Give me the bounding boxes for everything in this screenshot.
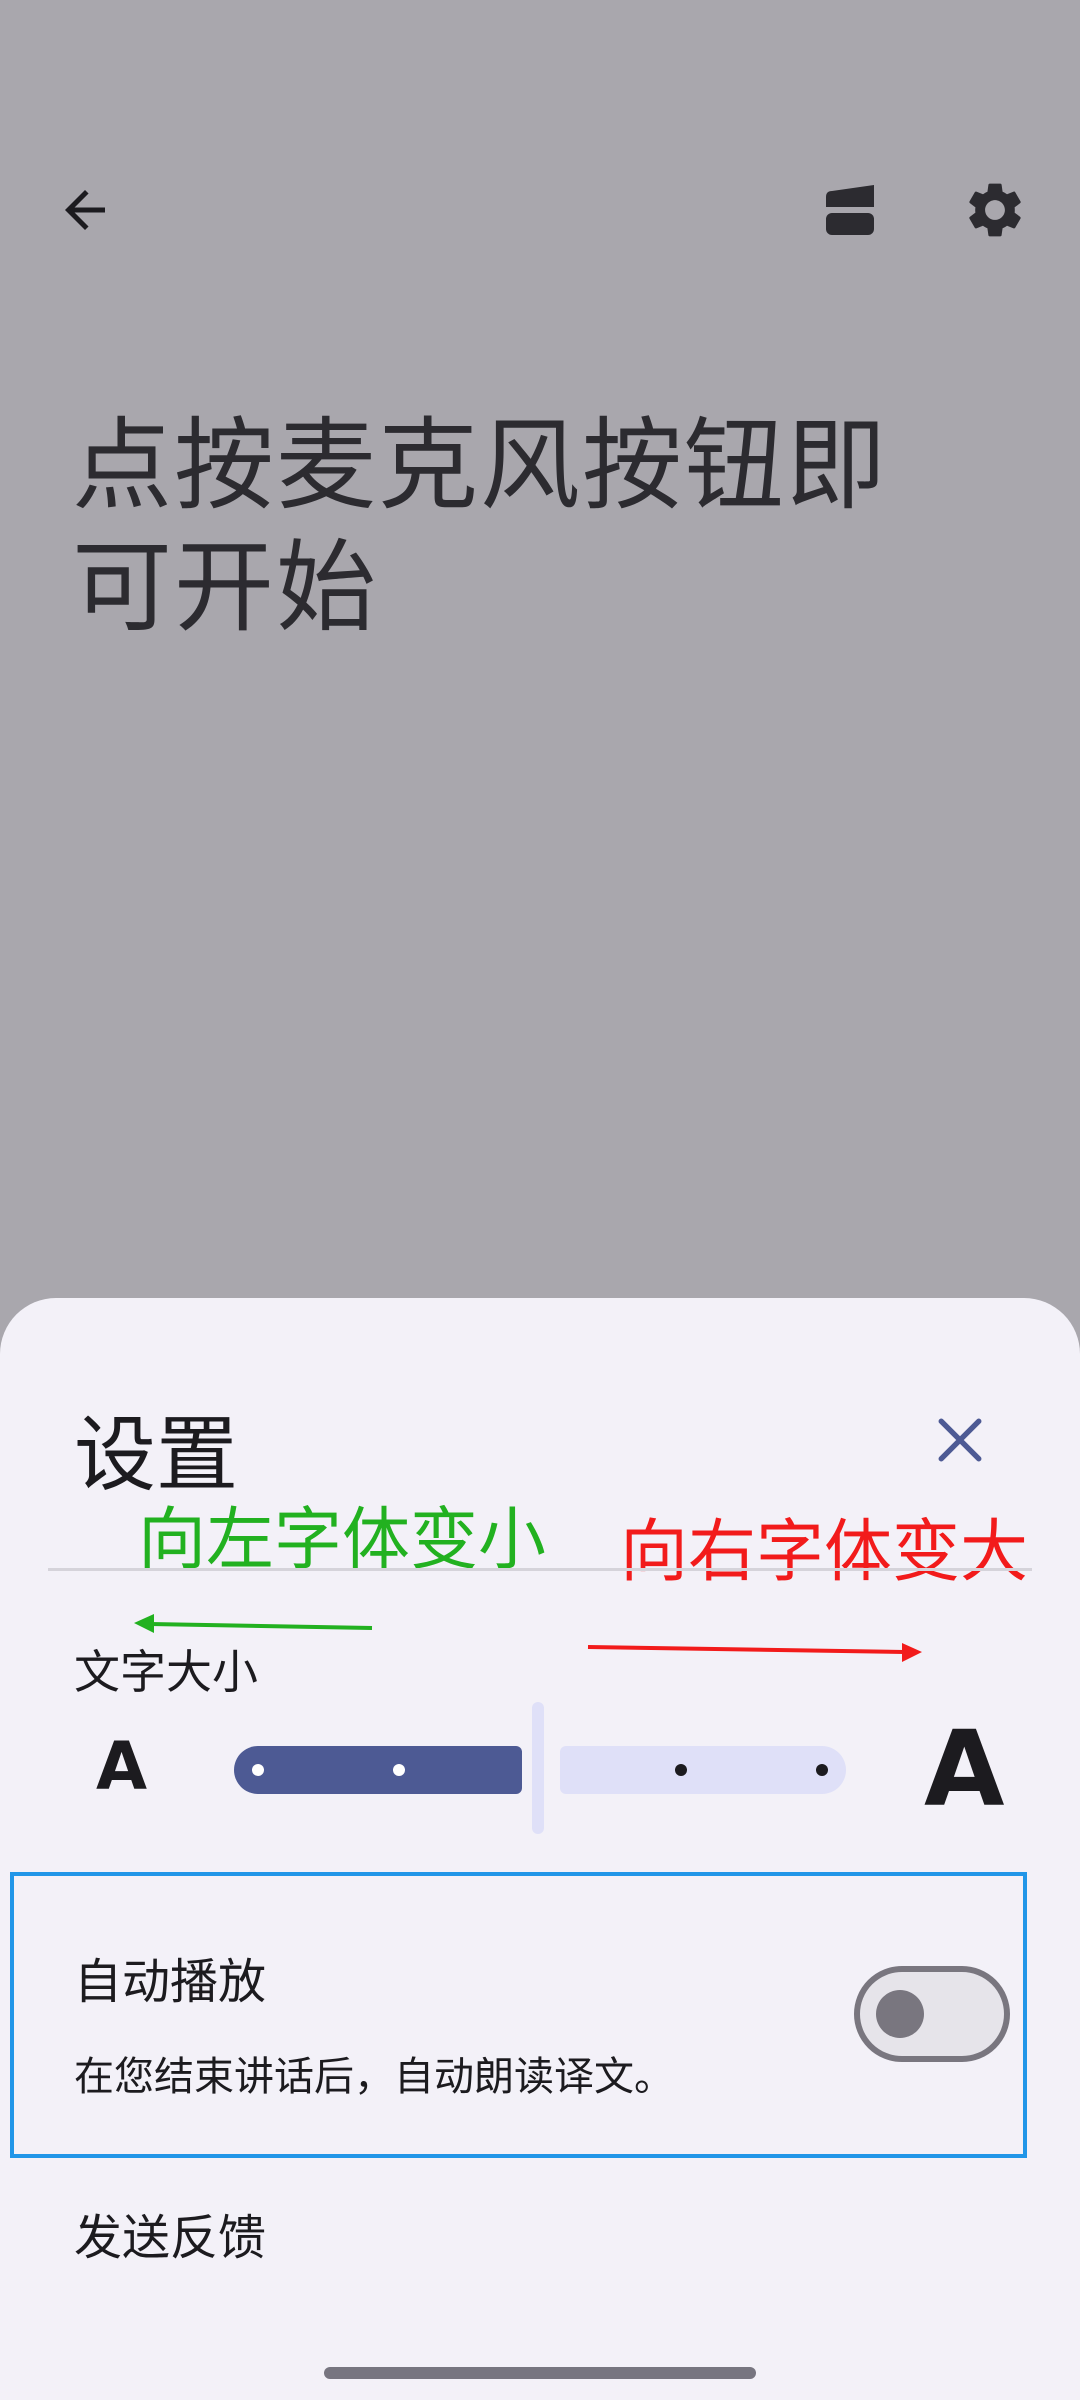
small-text-indicator: A [96,1728,148,1805]
annotation-right: 向右字体变大 [620,1513,1029,1592]
settings-sheet: 设置 向左字体变小 向右字体变大 文字大小 A A 自动播放 在您结束讲话后，自… [0,1298,1080,2400]
back-button[interactable] [40,165,130,255]
slider-active-track [234,1746,522,1794]
large-text-indicator: A [924,1708,1005,1830]
close-button[interactable] [918,1398,1002,1482]
red-arrow-right [587,1643,922,1662]
slider-inactive-track [560,1746,846,1794]
autoplay-row[interactable]: 自动播放 在您结束讲话后，自动朗读译文。 [10,1872,1027,2158]
settings-button[interactable] [950,165,1040,255]
split-view-icon [826,185,874,235]
slider-tick [816,1764,828,1776]
font-size-slider[interactable] [230,1698,850,1838]
slider-tick [252,1764,264,1776]
autoplay-title: 自动播放 [74,1954,267,2010]
start-prompt: 点按麦克风按钮即可开始 [72,407,888,646]
slider-tick [675,1764,687,1776]
slider-tick [393,1764,405,1776]
slider-thumb[interactable] [532,1702,544,1834]
autoplay-toggle[interactable] [854,1966,1010,2062]
gesture-home-bar[interactable] [324,2367,756,2379]
divider [48,1568,1032,1571]
split-view-button[interactable] [800,165,900,255]
close-icon [938,1418,982,1462]
toggle-knob [876,1990,924,2038]
autoplay-description: 在您结束讲话后，自动朗读译文。 [74,2054,674,2100]
top-app-bar [0,0,1080,420]
font-size-label: 文字大小 [74,1645,258,1699]
gear-icon [969,183,1021,237]
arrow-back-icon [65,190,105,230]
green-arrow-left [134,1614,373,1633]
send-feedback-item[interactable]: 发送反馈 [74,2198,266,2268]
